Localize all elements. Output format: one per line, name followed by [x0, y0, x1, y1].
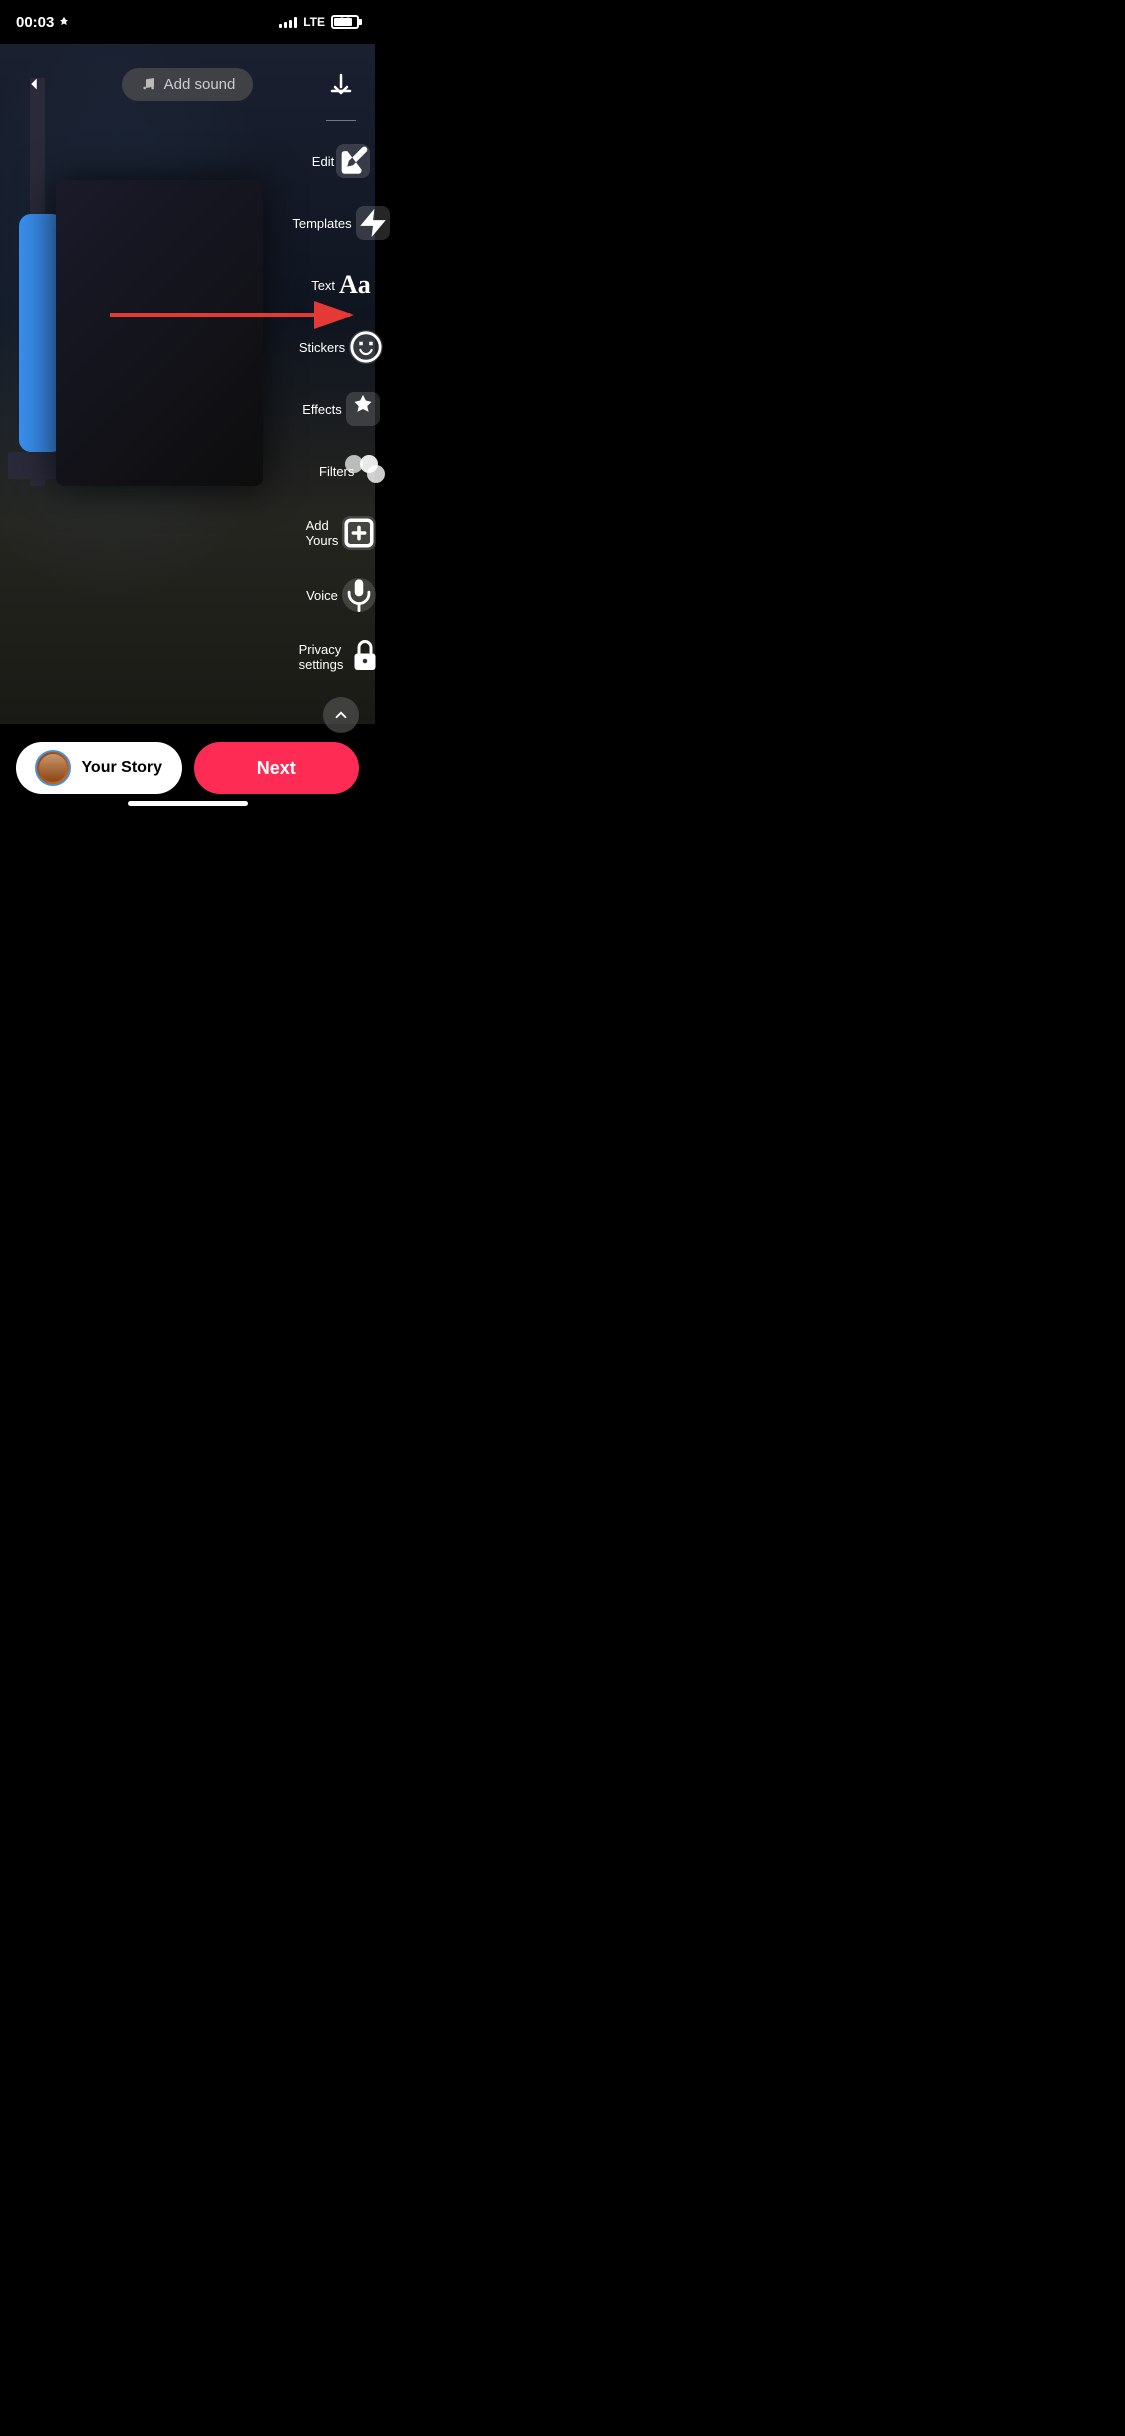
avatar [35, 750, 71, 786]
tool-templates[interactable]: Templates [319, 201, 363, 245]
effects-label: Effects [302, 402, 342, 417]
your-story-label: Your Story [81, 759, 162, 777]
top-toolbar: Add sound [0, 44, 375, 124]
tool-effects[interactable]: Effects [319, 387, 363, 431]
home-indicator [128, 801, 248, 806]
filters-icon [358, 453, 363, 489]
lte-badge: LTE [303, 15, 325, 29]
templates-label: Templates [292, 216, 351, 231]
tool-edit[interactable]: Edit [319, 139, 363, 183]
add-sound-label: Add sound [164, 76, 236, 93]
tool-filters[interactable]: Filters [319, 449, 363, 493]
bottom-bar: Your Story Next [0, 724, 375, 812]
your-story-button[interactable]: Your Story [16, 742, 182, 794]
divider [326, 120, 356, 121]
download-icon [329, 72, 353, 96]
chevron-up-icon [332, 706, 350, 724]
location-icon [58, 16, 70, 28]
battery-container: 83 [331, 15, 359, 29]
text-label: Text [311, 278, 335, 293]
privacy-label: Privacy settings [299, 642, 344, 672]
effects-icon [346, 392, 380, 426]
add-yours-label: Add Yours [306, 518, 339, 548]
edit-label: Edit [312, 154, 334, 169]
privacy-icon [347, 637, 383, 678]
signal-bars [279, 16, 297, 28]
voice-icon [342, 578, 376, 612]
tool-voice[interactable]: Voice [319, 573, 363, 617]
collapse-button[interactable] [323, 697, 359, 733]
battery-text: 83 [333, 16, 357, 28]
stickers-label: Stickers [299, 340, 345, 355]
back-button[interactable] [16, 66, 52, 102]
tool-privacy-settings[interactable]: Privacy settings [319, 635, 363, 679]
music-note-icon [140, 76, 156, 92]
stickers-icon [349, 330, 383, 364]
next-button[interactable]: Next [194, 742, 360, 794]
status-right: LTE 83 [279, 15, 359, 29]
right-panel: Edit Templates Text Aa [319, 120, 363, 733]
status-time: 00:03 [16, 14, 70, 31]
back-icon [23, 73, 45, 95]
voice-label: Voice [306, 588, 338, 603]
next-label: Next [257, 758, 296, 778]
status-bar: 00:03 LTE 83 [0, 0, 375, 44]
download-button[interactable] [323, 66, 359, 102]
tool-add-yours[interactable]: Add Yours [319, 511, 363, 555]
edit-icon [336, 144, 370, 178]
add-sound-button[interactable]: Add sound [122, 68, 254, 101]
templates-icon [356, 206, 390, 240]
annotation-arrow [100, 295, 370, 335]
battery: 83 [331, 15, 359, 29]
add-yours-icon [342, 516, 376, 550]
